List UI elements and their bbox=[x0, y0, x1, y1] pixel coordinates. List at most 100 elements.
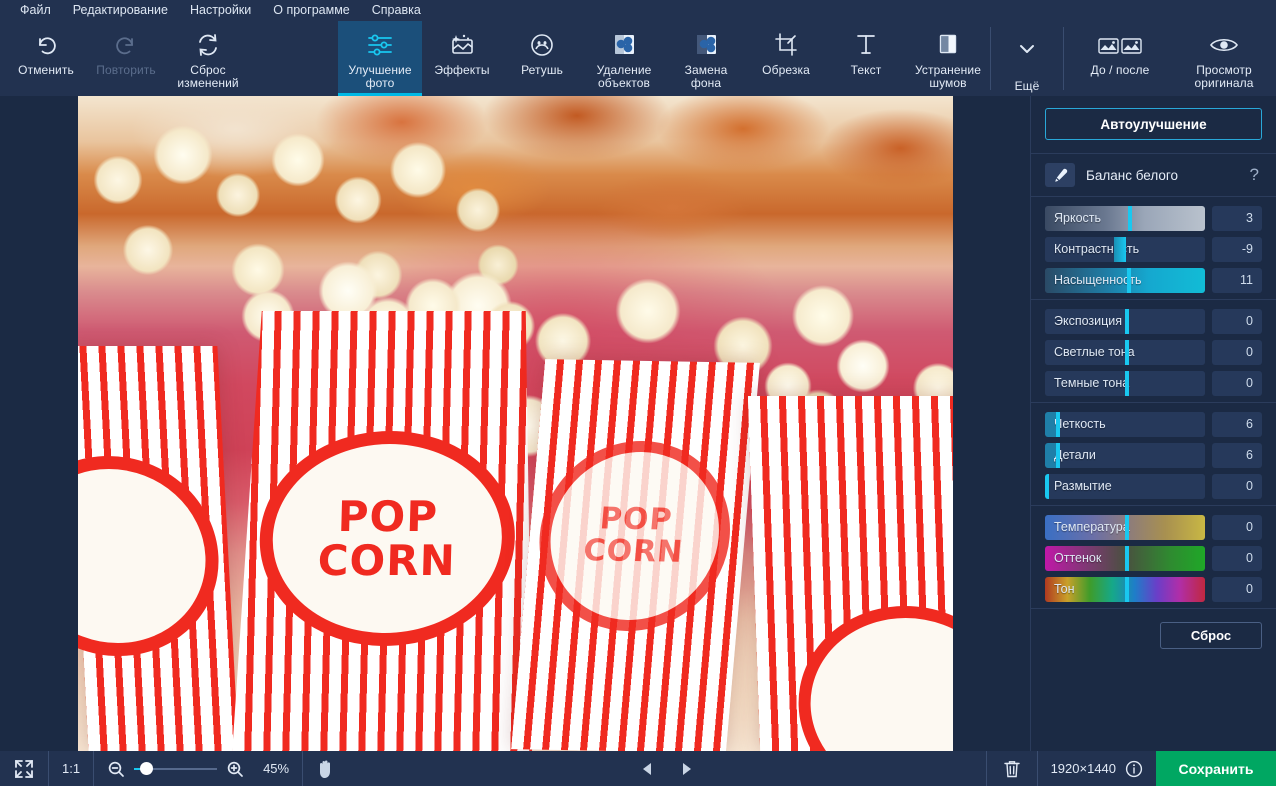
white-balance-help-icon[interactable]: ? bbox=[1250, 165, 1262, 185]
remove-objects-icon bbox=[610, 30, 638, 60]
replace-background-icon bbox=[692, 30, 720, 60]
redo-button[interactable]: Повторить bbox=[86, 21, 166, 96]
popcorn-box-right-oval bbox=[794, 606, 953, 751]
effects-icon bbox=[448, 30, 476, 60]
clarity-slider[interactable]: Четкость bbox=[1045, 412, 1206, 437]
zoom-slider[interactable] bbox=[134, 762, 218, 776]
brightness-thumb[interactable] bbox=[1128, 206, 1133, 231]
brightness-slider[interactable]: Яркость bbox=[1045, 206, 1206, 231]
popcorn-text2-line2: CORN bbox=[581, 533, 685, 570]
edited-photo[interactable]: POP CORN POP CORN bbox=[77, 96, 953, 751]
hue-value[interactable]: 0 bbox=[1212, 577, 1262, 602]
reset-changes-line2: изменений bbox=[177, 76, 239, 90]
tab-replace-background[interactable]: Замена фона bbox=[666, 21, 746, 96]
contrast-slider[interactable]: Контрастность bbox=[1045, 237, 1206, 262]
tint-slider[interactable]: Оттенок bbox=[1045, 546, 1206, 571]
contrast-thumb[interactable] bbox=[1113, 237, 1126, 262]
brightness-value[interactable]: 3 bbox=[1212, 206, 1262, 231]
contrast-value[interactable]: -9 bbox=[1212, 237, 1262, 262]
view-original-button[interactable]: Просмотр оригинала bbox=[1176, 21, 1272, 96]
undo-button[interactable]: Отменить bbox=[6, 21, 86, 96]
menu-about[interactable]: О программе bbox=[262, 0, 360, 21]
actual-size-button[interactable]: 1:1 bbox=[49, 751, 93, 786]
before-after-button[interactable]: До / после bbox=[1064, 21, 1176, 96]
auto-enhance-button[interactable]: Автоулучшение bbox=[1045, 108, 1262, 140]
popcorn-box-left bbox=[77, 346, 239, 751]
exposure-slider[interactable]: Экспозиция bbox=[1045, 309, 1206, 334]
white-balance-label: Баланс белого bbox=[1086, 167, 1179, 183]
more-tools-button[interactable]: Ещё bbox=[991, 21, 1063, 96]
hue-slider[interactable]: Тон bbox=[1045, 577, 1206, 602]
clarity-thumb[interactable] bbox=[1056, 412, 1061, 437]
slider-group-tone-basic: Яркость 3 Контрастность -9 Насыщенность bbox=[1045, 197, 1262, 293]
tab-retouch[interactable]: Ретушь bbox=[502, 21, 582, 96]
shadows-value[interactable]: 0 bbox=[1212, 371, 1262, 396]
tab-remove-objects[interactable]: Удаление объектов bbox=[582, 21, 666, 96]
tab-photo-enhance[interactable]: Улучшение фото bbox=[338, 21, 422, 96]
exposure-thumb[interactable] bbox=[1125, 309, 1130, 334]
blur-value[interactable]: 0 bbox=[1212, 474, 1262, 499]
blur-slider[interactable]: Размытие bbox=[1045, 474, 1206, 499]
slider-row-hue: Тон 0 bbox=[1045, 577, 1262, 602]
exposure-value[interactable]: 0 bbox=[1212, 309, 1262, 334]
temperature-slider[interactable]: Температура bbox=[1045, 515, 1206, 540]
tab-text[interactable]: Текст bbox=[826, 21, 906, 96]
save-button[interactable]: Сохранить bbox=[1156, 751, 1276, 786]
details-label: Детали bbox=[1054, 448, 1096, 462]
tab-effects[interactable]: Эффекты bbox=[422, 21, 502, 96]
popcorn-box-middle-right: POP CORN bbox=[510, 359, 760, 751]
brightness-label: Яркость bbox=[1054, 211, 1102, 225]
image-dimensions-label: 1920×1440 bbox=[1050, 761, 1117, 776]
highlights-label: Светлые тона bbox=[1054, 345, 1135, 359]
tab-photo-enhance-label: Улучшение фото bbox=[348, 64, 411, 90]
view-original-label: Просмотр оригинала bbox=[1194, 64, 1253, 90]
redo-label: Повторить bbox=[96, 63, 156, 77]
zoom-in-icon[interactable] bbox=[226, 760, 244, 778]
fit-screen-icon bbox=[13, 758, 35, 780]
zoom-thumb[interactable] bbox=[140, 762, 154, 775]
highlights-thumb[interactable] bbox=[1125, 340, 1130, 365]
details-slider[interactable]: Детали bbox=[1045, 443, 1206, 468]
hand-tool-button[interactable] bbox=[303, 751, 348, 786]
delete-image-button[interactable] bbox=[987, 751, 1037, 786]
previous-image-button[interactable] bbox=[628, 751, 667, 786]
tab-replace-background-label: Замена фона bbox=[685, 64, 728, 90]
tab-denoise[interactable]: Устранение шумов bbox=[906, 21, 990, 96]
undo-icon bbox=[33, 30, 59, 60]
blur-thumb[interactable] bbox=[1045, 474, 1049, 499]
info-icon[interactable] bbox=[1125, 760, 1143, 778]
temperature-value[interactable]: 0 bbox=[1212, 515, 1262, 540]
temperature-thumb[interactable] bbox=[1125, 515, 1130, 540]
tint-value[interactable]: 0 bbox=[1212, 546, 1262, 571]
image-canvas[interactable]: POP CORN POP CORN bbox=[0, 96, 1030, 751]
menu-help[interactable]: Справка bbox=[361, 0, 432, 21]
saturation-thumb[interactable] bbox=[1126, 268, 1131, 293]
tab-text-label: Текст bbox=[850, 63, 882, 77]
saturation-value[interactable]: 11 bbox=[1212, 268, 1262, 293]
hue-thumb[interactable] bbox=[1125, 577, 1130, 602]
reset-changes-button[interactable]: Сброс изменений bbox=[166, 21, 250, 96]
tab-crop[interactable]: Обрезка bbox=[746, 21, 826, 96]
details-thumb[interactable] bbox=[1056, 443, 1061, 468]
slider-row-clarity: Четкость 6 bbox=[1045, 412, 1262, 437]
menu-file[interactable]: Файл bbox=[9, 0, 62, 21]
details-value[interactable]: 6 bbox=[1212, 443, 1262, 468]
saturation-slider[interactable]: Насыщенность bbox=[1045, 268, 1206, 293]
highlights-value[interactable]: 0 bbox=[1212, 340, 1262, 365]
zoom-out-icon[interactable] bbox=[107, 760, 125, 778]
fit-to-screen-button[interactable] bbox=[0, 751, 48, 786]
menu-edit[interactable]: Редактирование bbox=[62, 0, 179, 21]
before-after-label: До / после bbox=[1090, 63, 1150, 77]
shadows-slider[interactable]: Темные тона bbox=[1045, 371, 1206, 396]
clarity-value[interactable]: 6 bbox=[1212, 412, 1262, 437]
tint-thumb[interactable] bbox=[1125, 546, 1130, 571]
next-image-button[interactable] bbox=[667, 751, 706, 786]
highlights-slider[interactable]: Светлые тона bbox=[1045, 340, 1206, 365]
redo-icon bbox=[113, 30, 139, 60]
menu-settings[interactable]: Настройки bbox=[179, 0, 262, 21]
eyedropper-icon[interactable] bbox=[1045, 163, 1075, 187]
reset-button[interactable]: Сброс bbox=[1160, 622, 1262, 649]
shadows-thumb[interactable] bbox=[1125, 371, 1130, 396]
remove-objects-line2: объектов bbox=[598, 76, 650, 90]
tab-crop-label: Обрезка bbox=[762, 63, 810, 77]
